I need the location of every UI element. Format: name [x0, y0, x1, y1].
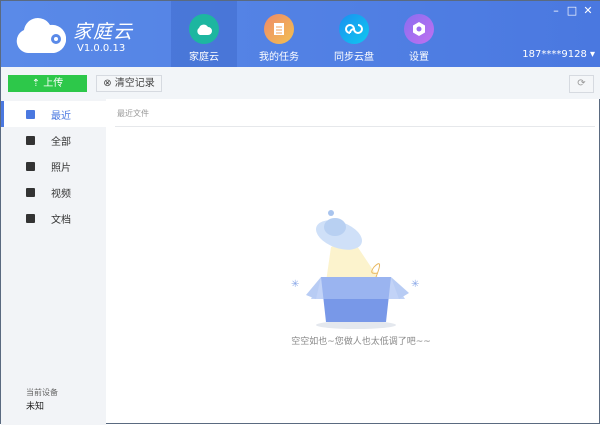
- empty-state-message: 空空如也~您做人也太低调了吧~~: [291, 337, 431, 347]
- sidebar-item-label: 视频: [51, 188, 71, 200]
- sidebar-item-label: 全部: [51, 136, 71, 148]
- tab-family-cloud[interactable]: 家庭云: [171, 1, 237, 67]
- gear-icon: [404, 14, 434, 44]
- tab-my-tasks[interactable]: 我的任务: [246, 1, 312, 67]
- breadcrumb: 最近文件: [117, 109, 149, 118]
- sidebar-item-recent[interactable]: 最近: [1, 101, 115, 127]
- user-account-dropdown[interactable]: 187****9128 ▾: [522, 49, 595, 60]
- list-icon: [26, 135, 35, 145]
- image-icon: [26, 161, 35, 171]
- sidebar-item-label: 最近: [51, 110, 71, 122]
- clock-icon: [26, 109, 35, 119]
- tab-sync-disk[interactable]: 同步云盘: [321, 1, 387, 67]
- refresh-button[interactable]: ⟳: [569, 75, 594, 93]
- title-bar: 家庭云 V1.0.0.13 家庭云 我的任务 同步云盘 设置 – □ ✕ 187…: [1, 1, 600, 67]
- app-title: 家庭云: [73, 21, 134, 43]
- minimize-button[interactable]: –: [549, 4, 563, 17]
- svg-text:✳: ✳: [411, 279, 419, 290]
- tab-label: 我的任务: [259, 52, 299, 63]
- play-icon: [26, 187, 35, 197]
- upload-button[interactable]: ⇡ 上传: [8, 75, 87, 92]
- app-version: V1.0.0.13: [77, 43, 126, 54]
- sync-loop-icon: [339, 14, 369, 44]
- sidebar-item-documents[interactable]: 文档: [1, 205, 106, 231]
- document-icon: [26, 213, 35, 223]
- sidebar: 最近 全部 照片 视频 文档: [1, 99, 115, 425]
- tab-label: 设置: [409, 52, 429, 63]
- maximize-button[interactable]: □: [565, 4, 579, 17]
- divider: [115, 126, 595, 127]
- tab-label: 同步云盘: [334, 52, 374, 63]
- cloud-icon: [189, 14, 219, 44]
- tab-settings[interactable]: 设置: [386, 1, 452, 67]
- empty-box-ufo-illustration: ✳ ✳: [291, 210, 419, 329]
- notepad-icon: [264, 14, 294, 44]
- sidebar-item-videos[interactable]: 视频: [1, 179, 106, 205]
- sidebar-item-all[interactable]: 全部: [1, 127, 106, 153]
- toolbar: ⇡ 上传 ⊗ 清空记录 ⟳: [1, 67, 600, 99]
- sidebar-item-photos[interactable]: 照片: [1, 153, 106, 179]
- sidebar-item-label: 照片: [51, 162, 71, 174]
- cloud-logo-icon: [16, 17, 66, 53]
- close-button[interactable]: ✕: [581, 4, 595, 17]
- current-device-label: 当前设备: [26, 388, 58, 397]
- current-device-value: 未知: [26, 402, 45, 412]
- tab-label: 家庭云: [189, 52, 219, 63]
- clear-history-button[interactable]: ⊗ 清空记录: [96, 75, 162, 92]
- svg-text:✳: ✳: [291, 279, 299, 290]
- sidebar-item-label: 文档: [51, 214, 71, 226]
